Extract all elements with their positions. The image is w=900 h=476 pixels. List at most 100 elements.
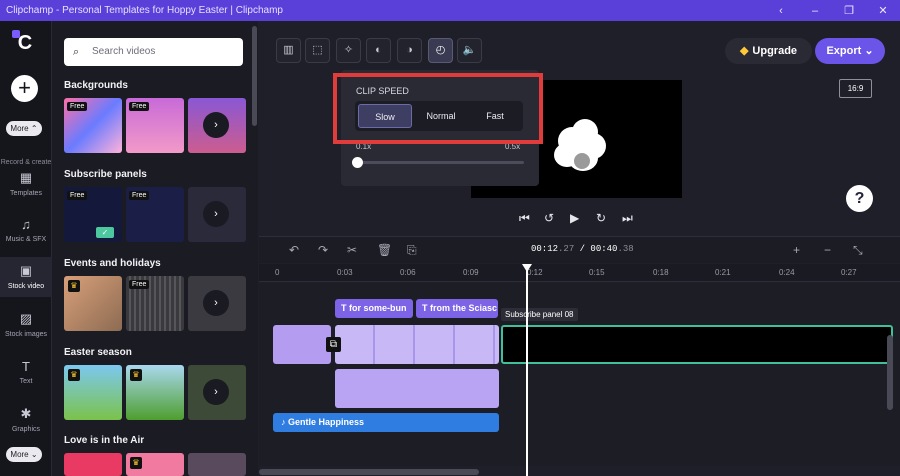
more-button-bottom[interactable]: More ⌄ [6, 447, 42, 462]
audio-icon[interactable]: 🔈 [457, 38, 482, 63]
text-clip-label: for some-bun [349, 303, 407, 313]
upgrade-button[interactable]: ◆ Upgrade [725, 38, 812, 64]
play-icon[interactable]: ▶ [570, 211, 579, 225]
export-label: Export [826, 45, 862, 57]
audio-clip[interactable]: ♪ Gentle Happiness [273, 413, 499, 432]
thumbnail[interactable]: Free [126, 187, 184, 242]
next-arrow-icon[interactable]: › [203, 112, 229, 138]
thumbnail[interactable]: ♛ [64, 365, 122, 420]
crop-icon[interactable]: ⬚ [305, 38, 330, 63]
free-badge: Free [129, 191, 150, 200]
overlay-clip[interactable] [335, 369, 499, 408]
next-arrow-icon[interactable]: › [203, 201, 229, 227]
thumbnail[interactable]: ♛ [64, 276, 122, 331]
selected-video-clip[interactable] [501, 325, 893, 364]
current-time: 00:12 [531, 244, 559, 254]
fit-timeline-icon[interactable]: ⤡ [853, 243, 863, 258]
thumbnail[interactable]: ♛ [126, 453, 184, 476]
thumbnail[interactable]: › [188, 276, 246, 331]
create-new-button[interactable]: + [11, 75, 38, 102]
help-button[interactable]: ? [846, 185, 873, 212]
ruler-tick: 0:21 [715, 268, 731, 277]
more-button[interactable]: More ⌃ [6, 121, 42, 136]
minimize-icon[interactable]: – [798, 5, 832, 17]
split-icon[interactable]: ✂ [347, 243, 357, 257]
thumbnail[interactable]: Free [64, 98, 122, 153]
speed-icon[interactable]: ◴ [428, 38, 453, 63]
panel-scrollbar[interactable] [252, 26, 257, 126]
total-time: 00:40 [590, 244, 618, 254]
thumbnail[interactable]: Free ✓ [64, 187, 122, 242]
speed-slider-knob[interactable] [352, 157, 363, 168]
window-title: Clipchamp - Personal Templates for Hoppy… [6, 5, 283, 16]
search-placeholder: Search videos [92, 46, 156, 57]
audio-clip-label: Gentle Happiness [288, 417, 365, 427]
forward-5s-icon[interactable]: ↻ [596, 211, 606, 225]
ruler-tick: 0:15 [589, 268, 605, 277]
restore-icon[interactable]: ❐ [832, 4, 866, 17]
ruler-tick: 0 [275, 268, 280, 277]
filter-icon[interactable]: ◐ [366, 38, 391, 63]
rail-item-graphics[interactable]: ✱ Graphics [0, 403, 52, 443]
premium-crown-icon: ♛ [130, 369, 142, 381]
left-rail: C + More ⌃ Record & create ▦ Templates ♫ M… [0, 21, 52, 476]
adjust-colors-icon[interactable]: ◑ [397, 38, 422, 63]
title-bar: Clipchamp - Personal Templates for Hoppy… [0, 0, 900, 21]
free-badge: Free [129, 102, 150, 111]
record-create-label: Record & create [0, 159, 52, 166]
magic-wand-icon[interactable]: ✧ [336, 38, 361, 63]
transition-icon[interactable]: ⧉ [326, 337, 341, 352]
thumbnail[interactable]: Free [126, 98, 184, 153]
back-icon[interactable]: ‹ [764, 5, 798, 17]
layout-icon[interactable]: ▥ [276, 38, 301, 63]
rail-item-stock-images[interactable]: ▨ Stock images [0, 308, 52, 348]
skip-back-icon[interactable]: ⏮ [519, 211, 530, 226]
video-clip[interactable] [335, 325, 499, 364]
rewind-5s-icon[interactable]: ↺ [544, 211, 554, 225]
thumbnail[interactable] [64, 453, 122, 476]
export-button[interactable]: Export ⌄ [815, 38, 885, 64]
redo-icon[interactable]: ↷ [318, 243, 328, 257]
search-icon: ⌕ [73, 46, 80, 58]
timeline-tracks: T for some-bun T from the Sciasc ⧉ ♪ Gen… [259, 283, 900, 466]
ruler-tick: 0:24 [779, 268, 795, 277]
next-arrow-icon[interactable]: › [203, 379, 229, 405]
rail-item-stock-video[interactable]: ▣ Stock video [0, 257, 52, 297]
timeline-ruler[interactable]: 0 0:03 0:06 0:09 0:12 0:15 0:18 0:21 0:2… [259, 264, 900, 282]
thumbnail[interactable]: › [188, 187, 246, 242]
thumbnail[interactable]: Free [126, 276, 184, 331]
timeline-toolbar: ↶ ↷ ✂ 🗑 ⎘ 00:12.27 / 00:40.38 + − ⤡ [259, 236, 900, 263]
speed-slider[interactable] [352, 157, 524, 168]
rail-item-templates[interactable]: ▦ Templates [0, 167, 52, 207]
rail-item-text[interactable]: T Text [0, 356, 52, 396]
skip-forward-icon[interactable]: ⏭ [622, 211, 633, 226]
templates-icon: ▦ [19, 170, 33, 185]
playhead[interactable] [522, 264, 532, 476]
thumbnail[interactable]: › [188, 365, 246, 420]
timecode: 00:12.27 / 00:40.38 [531, 244, 634, 254]
film-icon: ▣ [19, 263, 33, 278]
rail-label: Graphics [11, 426, 40, 433]
video-clip[interactable] [273, 325, 331, 364]
zoom-in-icon[interactable]: + [793, 243, 800, 257]
zoom-out-icon[interactable]: − [824, 243, 831, 257]
aspect-ratio-button[interactable]: 16:9 [839, 79, 872, 98]
delete-icon[interactable]: 🗑 [377, 243, 392, 257]
text-clip[interactable]: T for some-bun [335, 299, 413, 318]
close-icon[interactable]: ✕ [866, 4, 900, 17]
detach-audio-icon[interactable]: ⎘ [407, 243, 417, 258]
timeline-horizontal-scrollbar[interactable] [259, 469, 479, 475]
undo-icon[interactable]: ↶ [289, 243, 299, 257]
timeline-vertical-scrollbar[interactable] [887, 335, 893, 410]
rail-label: Music & SFX [5, 236, 47, 243]
ruler-tick: 0:03 [337, 268, 353, 277]
thumbnail[interactable]: › [188, 98, 246, 153]
media-panel: ⌕ Search videos Backgrounds Free Free › … [52, 21, 258, 476]
text-clip[interactable]: T from the Sciasc [416, 299, 498, 318]
text-clip-label: from the Sciasc [430, 303, 498, 313]
thumbnail[interactable] [188, 453, 246, 476]
search-input[interactable]: ⌕ Search videos [64, 38, 243, 66]
next-arrow-icon[interactable]: › [203, 290, 229, 316]
rail-item-music[interactable]: ♫ Music & SFX [0, 214, 52, 254]
thumbnail[interactable]: ♛ [126, 365, 184, 420]
